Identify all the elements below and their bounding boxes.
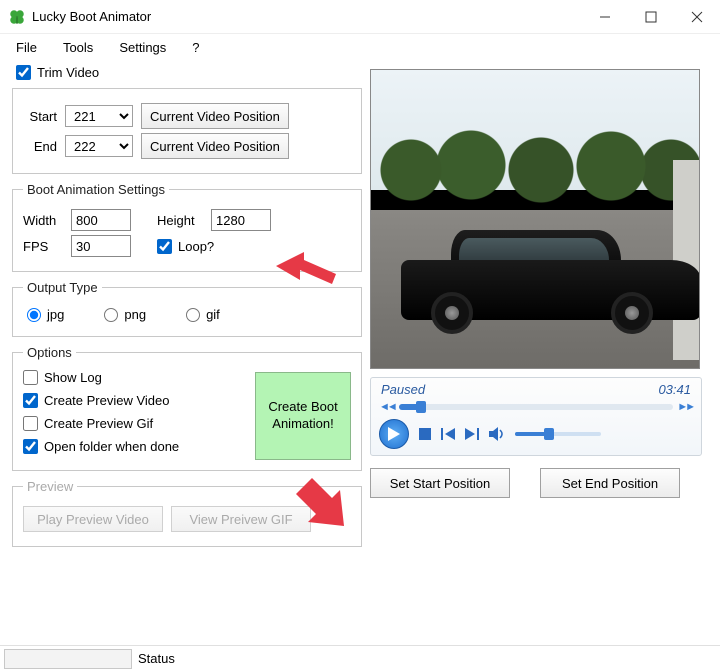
- fastforward-icon[interactable]: ►►: [677, 401, 693, 413]
- width-input[interactable]: [71, 209, 131, 231]
- trim-video-check[interactable]: [16, 65, 31, 80]
- titlebar: Lucky Boot Animator: [0, 0, 720, 34]
- output-png-radio[interactable]: png: [104, 307, 146, 322]
- player-status: Paused: [381, 382, 425, 397]
- trim-video-checkbox[interactable]: Trim Video: [16, 65, 362, 80]
- output-gif-radio[interactable]: gif: [186, 307, 220, 322]
- preview-group: Preview Play Preview Video View Preivew …: [12, 479, 362, 547]
- trim-group: Start 221 Current Video Position End 222…: [12, 88, 362, 174]
- start-select[interactable]: 221: [65, 105, 133, 127]
- status-progress: [4, 649, 132, 669]
- set-end-position-button[interactable]: Set End Position: [540, 468, 680, 498]
- next-button[interactable]: [465, 428, 479, 440]
- media-player: Paused 03:41 ◄◄ ►►: [370, 377, 702, 456]
- end-select[interactable]: 222: [65, 135, 133, 157]
- options-legend: Options: [23, 345, 76, 360]
- rewind-icon[interactable]: ◄◄: [379, 401, 395, 413]
- fps-label: FPS: [23, 239, 63, 254]
- output-legend: Output Type: [23, 280, 102, 295]
- statusbar: Status: [0, 645, 720, 671]
- boot-animation-settings-group: Boot Animation Settings Width Height FPS…: [12, 182, 362, 272]
- play-preview-video-button[interactable]: Play Preview Video: [23, 506, 163, 532]
- create-boot-animation-button[interactable]: Create Boot Animation!: [255, 372, 351, 460]
- end-label: End: [23, 139, 57, 154]
- trim-video-label: Trim Video: [37, 65, 99, 80]
- seek-bar[interactable]: [399, 404, 673, 410]
- open-folder-checkbox[interactable]: Open folder when done: [23, 439, 255, 454]
- maximize-button[interactable]: [628, 2, 674, 32]
- loop-label: Loop?: [178, 239, 214, 254]
- loop-check[interactable]: [157, 239, 172, 254]
- stop-button[interactable]: [419, 428, 431, 440]
- menubar: File Tools Settings ?: [0, 34, 720, 63]
- volume-slider[interactable]: [515, 432, 601, 436]
- loop-checkbox[interactable]: Loop?: [157, 239, 214, 254]
- preview-legend: Preview: [23, 479, 77, 494]
- player-time: 03:41: [658, 382, 691, 397]
- window-title: Lucky Boot Animator: [32, 9, 582, 24]
- app-icon: [8, 8, 26, 26]
- volume-icon[interactable]: [489, 427, 505, 441]
- show-log-checkbox[interactable]: Show Log: [23, 370, 255, 385]
- bas-legend: Boot Animation Settings: [23, 182, 169, 197]
- start-current-pos-button[interactable]: Current Video Position: [141, 103, 289, 129]
- view-preview-gif-button[interactable]: View Preivew GIF: [171, 506, 311, 532]
- prev-button[interactable]: [441, 428, 455, 440]
- height-label: Height: [157, 213, 203, 228]
- menu-tools[interactable]: Tools: [63, 40, 93, 55]
- video-preview[interactable]: [370, 69, 700, 369]
- create-preview-video-checkbox[interactable]: Create Preview Video: [23, 393, 255, 408]
- height-input[interactable]: [211, 209, 271, 231]
- menu-help[interactable]: ?: [192, 40, 199, 55]
- fps-input[interactable]: [71, 235, 131, 257]
- close-button[interactable]: [674, 2, 720, 32]
- end-current-pos-button[interactable]: Current Video Position: [141, 133, 289, 159]
- output-jpg-radio[interactable]: jpg: [27, 307, 64, 322]
- create-preview-gif-checkbox[interactable]: Create Preview Gif: [23, 416, 255, 431]
- start-label: Start: [23, 109, 57, 124]
- width-label: Width: [23, 213, 63, 228]
- output-type-group: Output Type jpg png gif: [12, 280, 362, 337]
- options-group: Options Show Log Create Preview Video Cr…: [12, 345, 362, 471]
- set-start-position-button[interactable]: Set Start Position: [370, 468, 510, 498]
- play-button[interactable]: [379, 419, 409, 449]
- menu-file[interactable]: File: [16, 40, 37, 55]
- minimize-button[interactable]: [582, 2, 628, 32]
- status-label: Status: [138, 651, 175, 666]
- menu-settings[interactable]: Settings: [119, 40, 166, 55]
